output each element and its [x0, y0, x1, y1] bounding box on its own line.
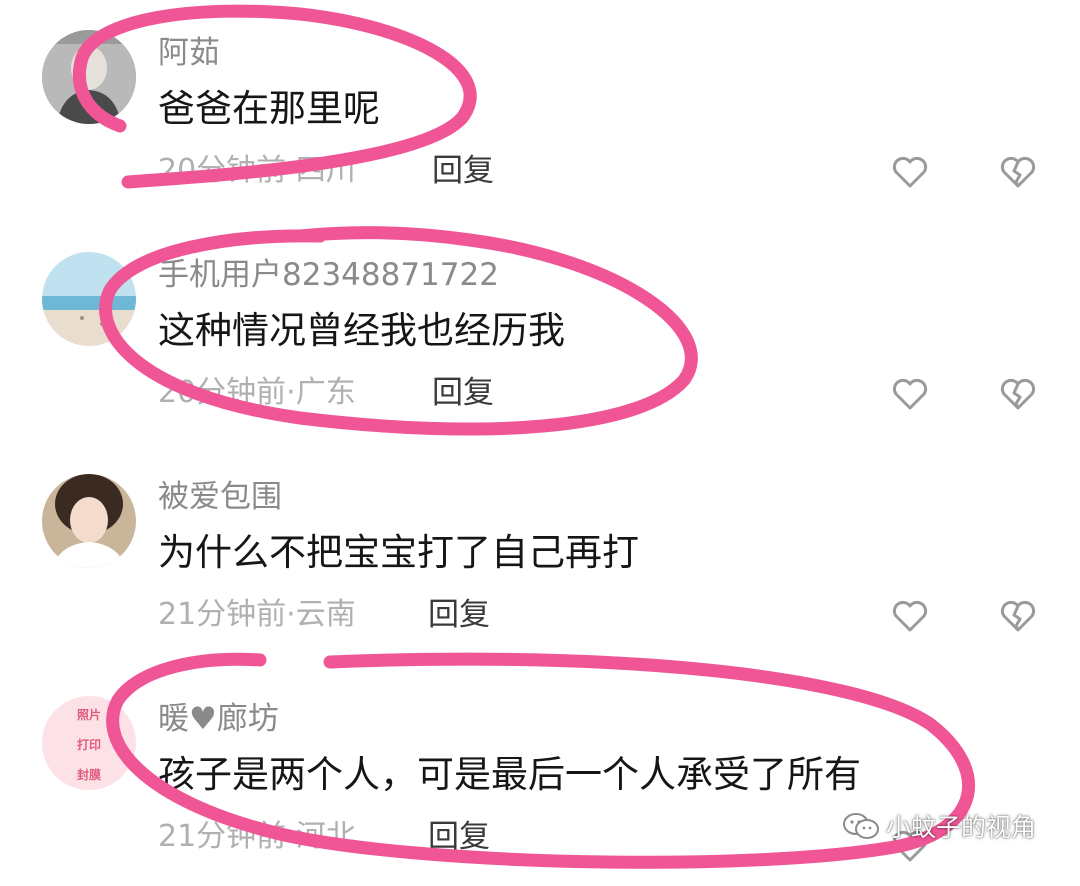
comment-text: 爸爸在那里呢 [158, 87, 380, 130]
comment-username[interactable]: 暖♥廊坊 [158, 700, 279, 738]
heart-outline-icon[interactable] [890, 152, 930, 192]
comment-item: 手机用户82348871722 这种情况曾经我也经历我 20分钟前·广东 回复 [0, 222, 1080, 442]
watermark: 小蚊子的视角 [842, 808, 1036, 844]
broken-heart-icon[interactable] [998, 152, 1038, 192]
avatar-label: 封膜 [76, 768, 101, 782]
comment-text: 为什么不把宝宝打了自己再打 [158, 531, 639, 574]
reply-button[interactable]: 回复 [428, 596, 490, 634]
comment-username[interactable]: 阿茹 [158, 34, 220, 72]
reply-button[interactable]: 回复 [432, 152, 494, 190]
comment-meta: 20分钟前·四川 [158, 153, 356, 188]
wechat-icon [843, 813, 879, 839]
watermark-text: 小蚊子的视角 [886, 813, 1037, 842]
broken-heart-icon[interactable] [998, 374, 1038, 414]
comment-meta: 20分钟前·广东 [158, 375, 356, 410]
avatar-label: 打印 [76, 738, 101, 752]
avatar[interactable] [42, 474, 136, 568]
heart-outline-icon[interactable] [890, 596, 930, 636]
comment-meta: 21分钟前·云南 [158, 597, 356, 632]
avatar[interactable]: 照片 打印 封膜 [42, 696, 136, 790]
comment-item: 阿茹 爸爸在那里呢 20分钟前·四川 回复 [0, 0, 1080, 220]
avatar[interactable] [42, 30, 136, 124]
comment-item: 照片 打印 封膜 暖♥廊坊 孩子是两个人，可是最后一个人承受了所有 21分钟前·… [0, 666, 1080, 886]
comment-username[interactable]: 手机用户82348871722 [158, 256, 499, 294]
avatar[interactable] [42, 252, 136, 346]
comment-text: 这种情况曾经我也经历我 [158, 309, 565, 352]
comment-username[interactable]: 被爱包围 [158, 478, 282, 516]
comment-meta: 21分钟前·河北 [158, 819, 356, 854]
broken-heart-icon[interactable] [998, 596, 1038, 636]
reply-button[interactable]: 回复 [428, 818, 490, 856]
heart-outline-icon[interactable] [890, 374, 930, 414]
comment-item: 被爱包围 为什么不把宝宝打了自己再打 21分钟前·云南 回复 [0, 444, 1080, 664]
comment-text: 孩子是两个人，可是最后一个人承受了所有 [158, 753, 861, 796]
reply-button[interactable]: 回复 [432, 374, 494, 412]
avatar-label: 照片 [76, 708, 101, 722]
